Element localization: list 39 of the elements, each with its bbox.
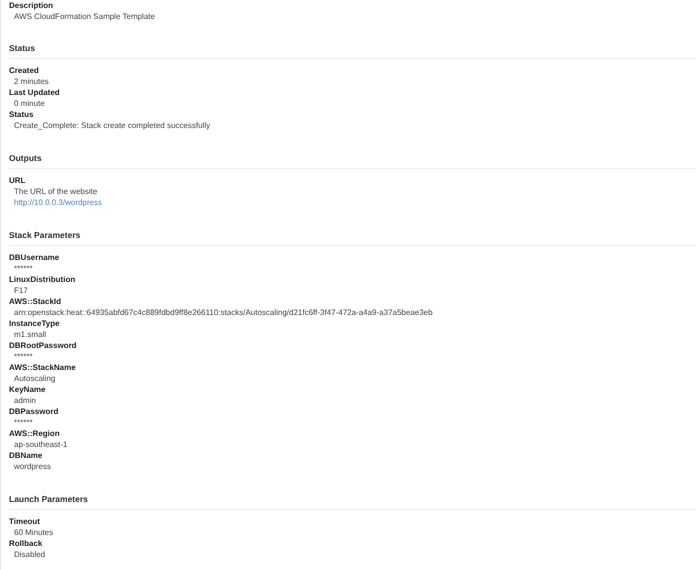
field-label: URL (9, 175, 26, 186)
field-value: AWS CloudFormation Sample Template (14, 11, 155, 22)
field-value: 0 minute (14, 98, 45, 109)
field-label: Rollback (9, 538, 42, 549)
field-value: ****** (14, 351, 33, 362)
field-label: DBRootPassword (9, 340, 77, 351)
field-label: InstanceType (9, 318, 60, 329)
section-heading: Outputs (9, 153, 42, 163)
field-value: ap-southeast-1 (14, 439, 68, 450)
url-link[interactable]: http://10.0.0.3/wordpress (14, 197, 102, 208)
field-label: DBName (9, 450, 42, 461)
field-label: DBPassword (9, 406, 58, 417)
field-label: LinuxDistribution (9, 274, 76, 285)
field-label: DBUsername (9, 252, 60, 263)
field-value: ****** (14, 417, 33, 428)
section-heading: Status (9, 43, 35, 53)
field-value: Create_Complete: Stack create completed successfully (14, 120, 210, 131)
field-label: Created (9, 65, 39, 76)
field-value: Autoscaling (14, 373, 56, 384)
field-value: arn:openstack:heat::64935abfd67c4c889fdbd9ff8e266110:stacks/Autoscaling/d21fc6ff-3f47-472a-a4a9-a37a5beae3eb (14, 307, 433, 318)
field-value: ****** (14, 263, 33, 274)
field-label: Last Updated (9, 87, 60, 98)
field-value: m1.small (14, 329, 46, 340)
section-heading: Launch Parameters (9, 494, 88, 504)
field-value: The URL of the website (14, 186, 98, 197)
field-value: admin (14, 395, 36, 406)
field-label: Timeout (9, 516, 40, 527)
field-label: Status (9, 109, 34, 120)
field-value: 2 minutes (14, 76, 49, 87)
field-label: KeyName (9, 384, 46, 395)
field-value: 60 Minutes (14, 527, 54, 538)
field-label: AWS::StackId (9, 296, 62, 307)
field-value: Disabled (14, 549, 46, 560)
section-heading: Stack Parameters (9, 230, 80, 240)
field-label: AWS::StackName (9, 362, 76, 373)
field-label: Description (9, 0, 54, 11)
field-value: F17 (14, 285, 28, 296)
field-label: AWS::Region (9, 428, 60, 439)
field-value: wordpress (14, 461, 51, 472)
